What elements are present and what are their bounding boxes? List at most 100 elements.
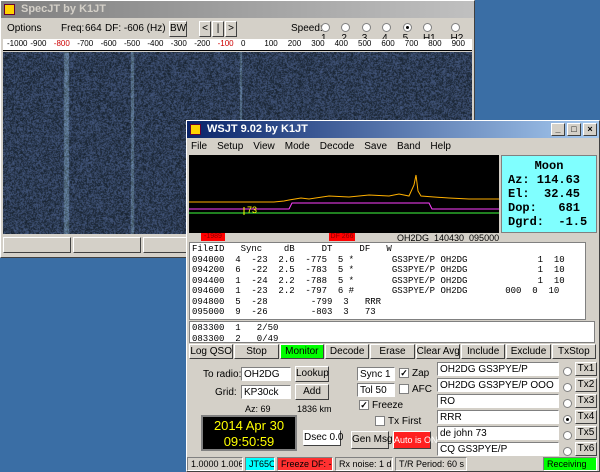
tx-message-input[interactable]: OH2DG GS3PYE/P OOO: [437, 378, 559, 392]
decode-button[interactable]: Decode: [325, 344, 369, 359]
include-button[interactable]: Include: [461, 344, 505, 359]
menu-mode[interactable]: Mode: [285, 141, 310, 152]
decode-line: 094400 1 -24 2.2 -788 5 * GS3PYE/P OH2DG…: [192, 276, 592, 287]
minimize-icon[interactable]: _: [551, 123, 565, 136]
zap-check[interactable]: ✓ Zap: [399, 368, 429, 379]
df-label: DF: -606 (Hz): [105, 23, 166, 34]
scale-tick-label: 0: [241, 39, 245, 48]
freeze-checkbox[interactable]: ✓: [359, 400, 369, 410]
gen-msgs-button[interactable]: Gen Msgs: [351, 431, 389, 449]
menu-decode[interactable]: Decode: [320, 141, 354, 152]
scale-tick-label: 600: [381, 39, 394, 48]
scale-tick-label: -500: [124, 39, 140, 48]
action-button-row: Log QSO Stop Monitor Decode Erase Clear Avg In…: [189, 344, 597, 360]
tx-radio[interactable]: [563, 383, 572, 392]
auto-button[interactable]: Auto is ON: [393, 431, 431, 449]
tx-row: OH2DG GS3PYE/P Tx1: [437, 361, 599, 377]
exclude-button[interactable]: Exclude: [506, 344, 550, 359]
txfirst-checkbox[interactable]: [375, 416, 385, 426]
average-line: 083300 2 0/49: [192, 334, 592, 345]
tx-message-input[interactable]: CQ GS3PYE/P: [437, 442, 559, 456]
freeze-check[interactable]: ✓ Freeze: [359, 400, 403, 411]
average-lines: 083300 1 2/50 083300 2 0/49: [192, 323, 592, 344]
decode-line: 094200 6 -22 2.5 -783 5 * GS3PYE/P OH2DG…: [192, 265, 592, 276]
tol-spinner[interactable]: Tol 50: [357, 383, 395, 397]
maximize-icon[interactable]: □: [567, 123, 581, 136]
tx-button[interactable]: Tx3: [575, 394, 597, 408]
moon-el: El: 32.45: [502, 187, 596, 201]
specjt-controls: Options Freq: 664 DF: -606 (Hz) BW < | >…: [1, 18, 474, 40]
tx-button[interactable]: Tx2: [575, 378, 597, 392]
scale-tick-label: 800: [428, 39, 441, 48]
tx-message-input[interactable]: RRR: [437, 410, 559, 424]
scale-tick-label: -1000: [7, 39, 27, 48]
tx-message-input[interactable]: RO: [437, 394, 559, 408]
tx-radio[interactable]: [563, 367, 572, 376]
left-tag: -1989: [201, 233, 225, 241]
zap-label: Zap: [412, 368, 429, 379]
menu-save[interactable]: Save: [364, 141, 387, 152]
menu-band[interactable]: Band: [397, 141, 420, 152]
zap-checkbox[interactable]: ✓: [399, 368, 409, 378]
grid-input[interactable]: KP30ck: [241, 385, 291, 399]
log-qso-button[interactable]: Log QSO: [189, 344, 233, 359]
close-icon[interactable]: ×: [583, 123, 597, 136]
menu-setup[interactable]: Setup: [217, 141, 243, 152]
tx-message-input[interactable]: de john 73: [437, 426, 559, 440]
afc-check[interactable]: AFC: [399, 384, 432, 395]
magenta-curve: [189, 203, 499, 209]
monitor-button[interactable]: Monitor: [280, 344, 324, 359]
txfirst-label: Tx First: [388, 416, 421, 427]
tx-radio[interactable]: [563, 431, 572, 440]
nav-left-button[interactable]: <: [199, 21, 211, 37]
plot-marker: 73: [247, 205, 257, 215]
scale-tick-label: -400: [147, 39, 163, 48]
clock-time: 09:50:59: [203, 434, 295, 450]
to-radio-input[interactable]: OH2DG: [241, 367, 291, 381]
moon-panel: Moon Az: 114.63 El: 32.45 Dop: 681 Dgrd:…: [501, 155, 597, 233]
menu-view[interactable]: View: [253, 141, 275, 152]
options-menu[interactable]: Options: [7, 23, 41, 34]
scale-tick-label: 300: [311, 39, 324, 48]
nav-mid-button[interactable]: |: [212, 21, 224, 37]
slider-2[interactable]: [73, 237, 141, 253]
tx-radio[interactable]: [563, 399, 572, 408]
tx-button[interactable]: Tx4: [575, 410, 597, 424]
tx-radio[interactable]: [563, 415, 572, 424]
tx-radio[interactable]: [563, 447, 572, 456]
afc-checkbox[interactable]: [399, 384, 409, 394]
tx-button[interactable]: Tx6: [575, 442, 597, 456]
moon-title: Moon: [502, 159, 596, 173]
txfirst-check[interactable]: Tx First: [375, 416, 421, 427]
status-field: 1.0000 1.0067: [187, 457, 243, 471]
scale-tick-label: -300: [171, 39, 187, 48]
wsjt-title: WSJT 9.02 by K1JT: [207, 123, 308, 135]
status-bar: 1.0000 1.0067JT65CFreeze DF: -786Rx nois…: [187, 457, 599, 471]
app-icon: [190, 124, 201, 135]
bw-button[interactable]: BW: [169, 21, 187, 37]
clear-avg-button[interactable]: Clear Avg: [416, 344, 460, 359]
txstop-button[interactable]: TxStop: [552, 344, 596, 359]
spectrum-svg: 73: [189, 155, 499, 233]
tx-button[interactable]: Tx5: [575, 426, 597, 440]
add-button[interactable]: Add: [295, 384, 329, 400]
nav-right-button[interactable]: >: [225, 21, 237, 37]
menu-help[interactable]: Help: [430, 141, 451, 152]
scale-tick-label: 700: [405, 39, 418, 48]
decode-scrollbar[interactable]: [585, 242, 595, 320]
dsec-display[interactable]: Dsec 0.0: [303, 430, 341, 446]
tx-message-input[interactable]: OH2DG GS3PYE/P: [437, 362, 559, 376]
slider-1[interactable]: [3, 237, 71, 253]
average-pane[interactable]: 083300 1 2/50 083300 2 0/49: [189, 321, 595, 343]
decode-pane[interactable]: FileID Sync dB DT DF W 094000 4 -23 2.6 …: [189, 242, 595, 320]
scale-tick-label: 100: [264, 39, 277, 48]
azimuth: Az: 69: [245, 404, 271, 414]
sync-spinner[interactable]: Sync 1: [357, 367, 395, 381]
lookup-button[interactable]: Lookup: [295, 366, 329, 382]
menu-file[interactable]: File: [191, 141, 207, 152]
scale-tick-label: -200: [194, 39, 210, 48]
stop-button[interactable]: Stop: [234, 344, 278, 359]
tx-row: de john 73 Tx5: [437, 425, 599, 441]
erase-button[interactable]: Erase: [370, 344, 414, 359]
tx-button[interactable]: Tx1: [575, 362, 597, 376]
